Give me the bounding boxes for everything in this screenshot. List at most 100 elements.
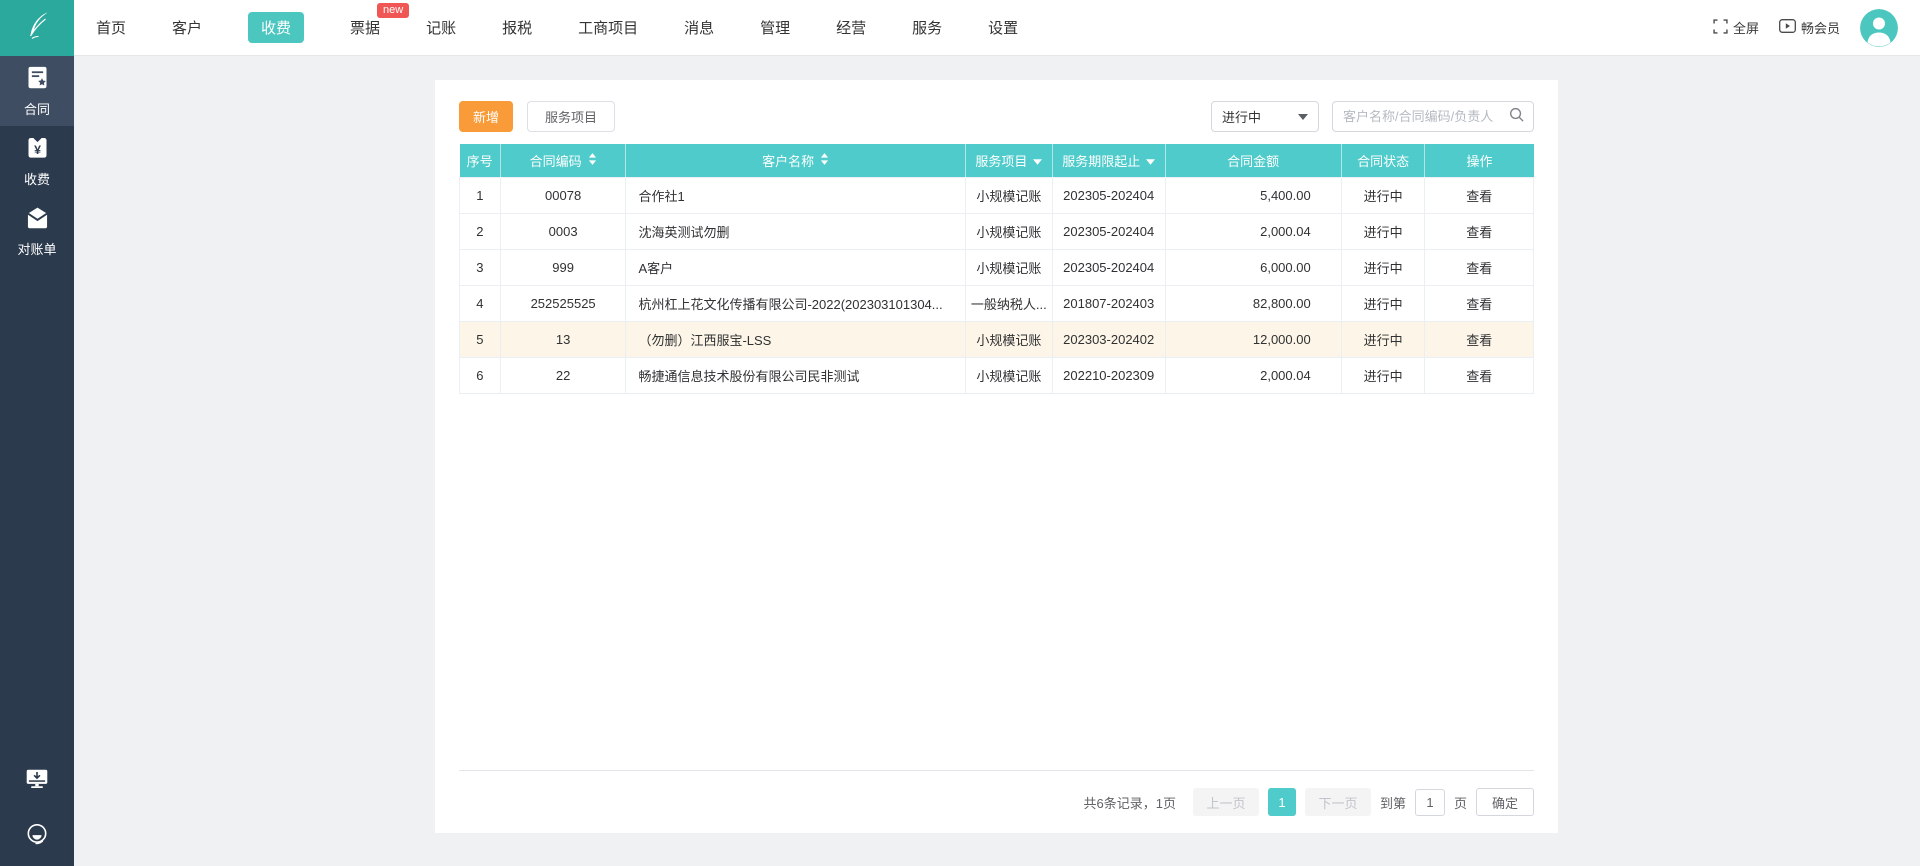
table-row: 2 0003 沈海英测试勿删 小规模记账 202305-202404 2,000… xyxy=(459,212,1534,250)
sort-icon xyxy=(588,152,597,168)
service-items-button[interactable]: 服务项目 xyxy=(527,101,616,132)
fullscreen-button[interactable]: 全屏 xyxy=(1713,18,1759,37)
goto-page-input[interactable] xyxy=(1414,788,1445,816)
feather-logo-icon xyxy=(19,7,55,48)
prev-page-button[interactable]: 上一页 xyxy=(1192,788,1259,816)
nav-item-invoices[interactable]: 票据 new xyxy=(350,3,410,38)
view-link[interactable]: 查看 xyxy=(1466,297,1492,312)
cell-service-period: 202210-202309 xyxy=(1051,356,1166,394)
sidebar-item-statements[interactable]: 对账单 xyxy=(0,196,74,266)
cell-contract-code: 00078 xyxy=(499,176,627,214)
nav-item-business-projects[interactable]: 工商项目 xyxy=(578,17,638,38)
cell-index: 5 xyxy=(459,320,501,358)
nav-item-fees[interactable]: 收费 xyxy=(248,12,305,43)
cell-service-item: 小规模记账 xyxy=(964,176,1053,214)
cell-amount: 6,000.00 xyxy=(1164,248,1342,286)
cell-contract-code: 999 xyxy=(499,248,627,286)
status-filter-select[interactable]: 进行中 xyxy=(1211,101,1319,132)
nav-item-settings[interactable]: 设置 xyxy=(988,17,1018,38)
cell-service-item: 小规模记账 xyxy=(964,212,1053,250)
svg-text:¥: ¥ xyxy=(34,143,41,157)
table-row: 6 22 畅捷通信息技术股份有限公司民非测试 小规模记账 202210-2023… xyxy=(459,356,1534,394)
cell-amount: 5,400.00 xyxy=(1164,176,1342,214)
cell-status: 进行中 xyxy=(1340,212,1426,250)
cell-amount: 82,800.00 xyxy=(1164,284,1342,322)
nav-item-management[interactable]: 管理 xyxy=(760,17,790,38)
cell-contract-code: 0003 xyxy=(499,212,627,250)
filter-caret-icon xyxy=(1033,153,1043,168)
yuan-badge-icon: ¥ xyxy=(24,134,51,164)
topbar: 首页 客户 收费 票据 new 记账 报税 工商项目 消息 管理 经营 服务 设… xyxy=(0,0,1920,56)
column-header-amount[interactable]: 合同金额 xyxy=(1165,144,1342,177)
add-button[interactable]: 新增 xyxy=(459,101,513,132)
column-header-index[interactable]: 序号 xyxy=(459,144,501,177)
next-page-button[interactable]: 下一页 xyxy=(1304,788,1371,816)
goto-page-unit: 页 xyxy=(1453,795,1467,811)
nav-item-bookkeeping[interactable]: 记账 xyxy=(426,17,456,38)
cell-customer-name: 沈海英测试勿删 xyxy=(625,212,966,250)
view-link[interactable]: 查看 xyxy=(1466,369,1492,384)
sidebar-item-fees[interactable]: ¥ 收费 xyxy=(0,126,74,196)
app-logo xyxy=(0,0,74,56)
view-link[interactable]: 查看 xyxy=(1466,333,1492,348)
nav-item-customers[interactable]: 客户 xyxy=(172,17,202,38)
view-link[interactable]: 查看 xyxy=(1466,189,1492,204)
search-input[interactable] xyxy=(1343,109,1508,124)
confirm-button[interactable]: 确定 xyxy=(1475,788,1534,816)
nav-item-tax[interactable]: 报税 xyxy=(502,17,532,38)
nav-item-messages[interactable]: 消息 xyxy=(684,17,714,38)
cell-status: 进行中 xyxy=(1340,356,1426,394)
cell-amount: 2,000.04 xyxy=(1164,212,1342,250)
cell-index: 3 xyxy=(459,248,501,286)
sidebar-item-label: 对账单 xyxy=(17,242,57,257)
nav-item-operations[interactable]: 经营 xyxy=(836,17,866,38)
fullscreen-label: 全屏 xyxy=(1732,21,1759,36)
table-header-row: 序号 合同编码 客户名称 服务项目 服务期限起止 合同金额 合同状态 操作 xyxy=(459,144,1534,177)
page-1-button[interactable]: 1 xyxy=(1267,788,1296,816)
search-icon[interactable] xyxy=(1508,106,1525,128)
member-label: 畅会员 xyxy=(1800,21,1840,36)
sidebar: 合同 ¥ 收费 对账单 xyxy=(0,56,74,866)
search-box xyxy=(1332,101,1534,132)
main-nav: 首页 客户 收费 票据 new 记账 报税 工商项目 消息 管理 经营 服务 设… xyxy=(96,3,1018,43)
view-link[interactable]: 查看 xyxy=(1466,225,1492,240)
nav-item-services[interactable]: 服务 xyxy=(912,17,942,38)
cell-status: 进行中 xyxy=(1340,176,1426,214)
cell-status: 进行中 xyxy=(1340,320,1426,358)
goto-page-label: 到第 xyxy=(1379,795,1406,811)
column-header-customer-name[interactable]: 客户名称 xyxy=(625,144,966,177)
column-header-service-period[interactable]: 服务期限起止 xyxy=(1052,144,1166,177)
fullscreen-icon xyxy=(1713,18,1728,37)
column-header-actions[interactable]: 操作 xyxy=(1424,144,1534,177)
sidebar-item-contracts[interactable]: 合同 xyxy=(0,56,74,126)
topbar-right: 全屏 畅会员 xyxy=(1713,8,1920,47)
cell-service-item: 小规模记账 xyxy=(964,248,1053,286)
sidebar-item-label: 合同 xyxy=(23,102,50,117)
cell-service-item: 一般纳税人... xyxy=(964,284,1053,322)
pagination-summary: 共6条记录，1页 xyxy=(1083,795,1176,811)
column-header-contract-code[interactable]: 合同编码 xyxy=(500,144,627,177)
cell-customer-name: A客户 xyxy=(625,248,966,286)
column-header-status[interactable]: 合同状态 xyxy=(1341,144,1426,177)
contracts-table: 序号 合同编码 客户名称 服务项目 服务期限起止 合同金额 合同状态 操作 1 … xyxy=(459,144,1534,394)
cell-index: 4 xyxy=(459,284,501,322)
view-link[interactable]: 查看 xyxy=(1466,261,1492,276)
customer-service-icon[interactable] xyxy=(24,821,50,852)
cell-contract-code: 252525525 xyxy=(499,284,627,322)
cell-customer-name: 畅捷通信息技术股份有限公司民非测试 xyxy=(625,356,966,394)
client-download-icon[interactable] xyxy=(24,766,50,797)
nav-item-home[interactable]: 首页 xyxy=(96,17,126,38)
cell-service-period: 202305-202404 xyxy=(1051,176,1166,214)
cell-amount: 2,000.04 xyxy=(1164,356,1342,394)
new-badge: new xyxy=(377,3,410,18)
main-area: 新增 服务项目 进行中 客户名称/合同编码/负责人 序号 合同编码 客户名称 服… xyxy=(74,56,1920,866)
table-row: 3 999 A客户 小规模记账 202305-202404 6,000.00 进… xyxy=(459,248,1534,286)
contract-doc-star-icon xyxy=(24,64,51,94)
column-header-service-item[interactable]: 服务项目 xyxy=(965,144,1053,177)
user-avatar[interactable] xyxy=(1860,8,1898,47)
nav-item-invoices-label: 票据 xyxy=(350,20,381,37)
chevron-down-icon xyxy=(1298,113,1308,120)
contracts-card: 新增 服务项目 进行中 客户名称/合同编码/负责人 序号 合同编码 客户名称 服… xyxy=(435,80,1558,833)
cell-service-period: 202305-202404 xyxy=(1051,248,1166,286)
member-button[interactable]: 畅会员 xyxy=(1779,18,1840,37)
